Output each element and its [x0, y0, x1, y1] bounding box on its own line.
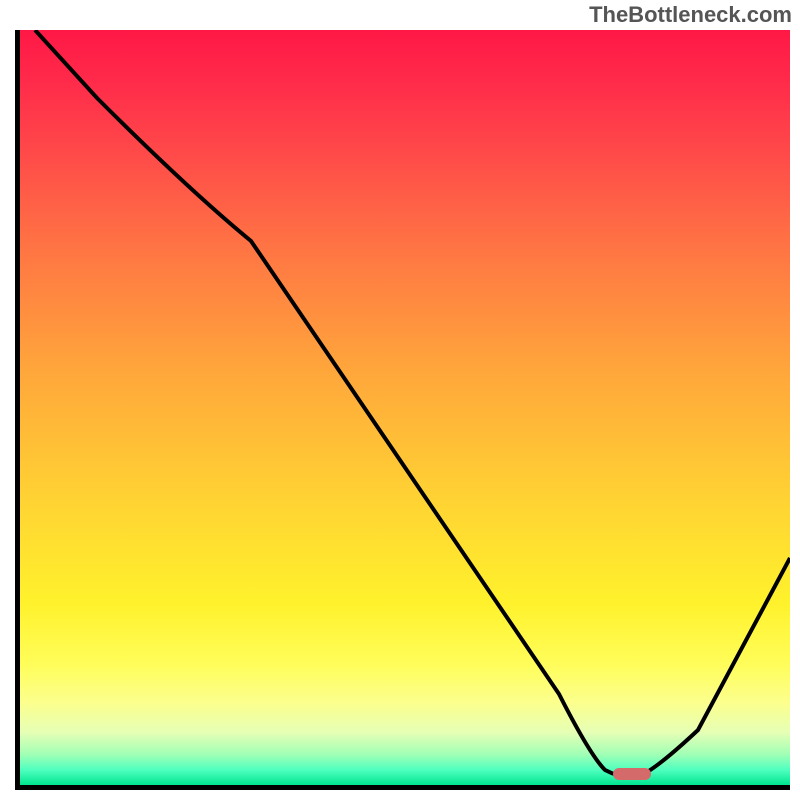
optimal-marker: [613, 768, 651, 780]
watermark-text: TheBottleneck.com: [589, 2, 792, 28]
bottleneck-curve: [35, 30, 790, 777]
curve-svg: [20, 30, 790, 785]
plot-area: [15, 30, 790, 790]
